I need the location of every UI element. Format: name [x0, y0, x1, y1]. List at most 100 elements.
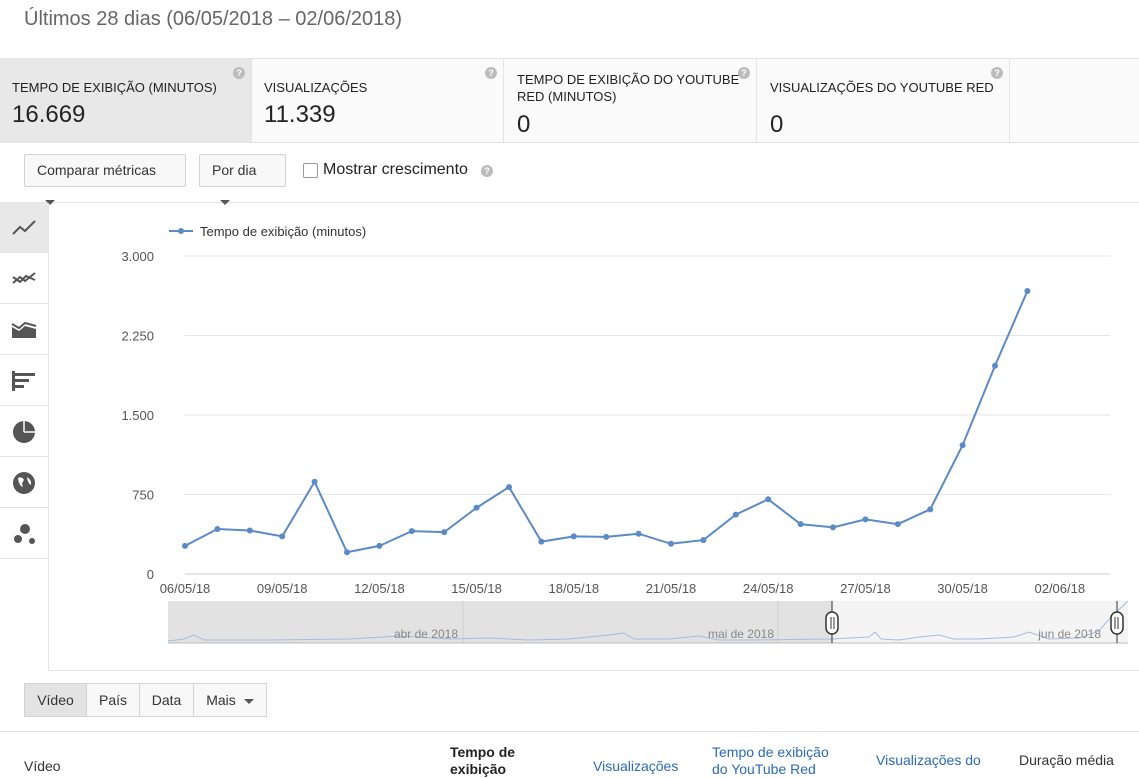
metric-label: TEMPO DE EXIBIÇÃO DO YOUTUBE RED (MINUTO… [517, 72, 740, 104]
table-header: Vídeo Tempo de exibição Visualizações Te… [0, 731, 1139, 777]
x-tick-label: 30/05/18 [937, 581, 988, 596]
line-chart-icon [12, 220, 36, 235]
bar-chart-button[interactable] [0, 356, 48, 406]
x-tick-label: 24/05/18 [743, 581, 794, 596]
data-point [668, 540, 674, 547]
line-chart-button[interactable] [0, 203, 48, 253]
navigator-handle-left[interactable] [825, 611, 839, 635]
multi-line-chart-button[interactable] [0, 254, 48, 304]
data-point [603, 533, 610, 540]
data-point [1024, 287, 1031, 294]
data-point [992, 362, 998, 369]
data-point [765, 496, 772, 503]
bubble-chart-button[interactable] [0, 509, 48, 559]
data-point [570, 533, 577, 540]
chart-type-selector [0, 203, 49, 670]
data-point [927, 506, 934, 513]
metric-value: 0 [770, 111, 784, 138]
column-header-red-views[interactable]: Visualizações do [876, 752, 981, 768]
data-point [732, 511, 739, 518]
metric-value: 11.339 [264, 101, 336, 128]
data-point [182, 542, 188, 549]
metric-label: TEMPO DE EXIBIÇÃO (MINUTOS) [12, 80, 217, 95]
data-point [214, 525, 221, 532]
help-icon[interactable]: ? [481, 165, 493, 177]
data-point [408, 528, 415, 535]
column-header-views[interactable]: Visualizações [593, 758, 678, 774]
period-dropdown[interactable]: Por dia [199, 154, 286, 205]
column-header-avg-duration[interactable]: Duração média [1019, 752, 1114, 768]
x-tick-label: 18/05/18 [548, 581, 599, 596]
chart-area: 3.000 2.250 1.500 750 0 06/05/18 09/05/18 12/0… [49, 203, 1139, 671]
x-tick-label: 09/05/18 [257, 581, 308, 596]
data-point [441, 529, 448, 536]
line-chart: 3.000 2.250 1.500 750 0 06/05/18 09/05/18 12/0… [121, 224, 1129, 644]
help-icon[interactable]: ? [233, 67, 245, 79]
help-icon[interactable]: ? [991, 67, 1003, 79]
x-tick-label: 12/05/18 [354, 581, 405, 596]
data-point [473, 504, 480, 511]
metric-card-watch-time[interactable]: TEMPO DE EXIBIÇÃO (MINUTOS) 16.669 ? [0, 59, 252, 142]
metric-label: VISUALIZAÇÕES DO YOUTUBE RED [770, 80, 994, 95]
data-point [538, 538, 545, 545]
caret-down-icon [243, 698, 254, 704]
series-line [184, 290, 1029, 554]
data-point [862, 516, 869, 523]
date-range-title: Últimos 28 dias (06/05/2018 – 02/06/2018… [24, 8, 403, 30]
data-point [894, 521, 901, 528]
column-header-video[interactable]: Vídeo [24, 758, 61, 774]
navigator-month-label: abr de 2018 [394, 627, 458, 641]
pie-chart-button[interactable] [0, 407, 48, 457]
navigator-handle-right[interactable] [1110, 611, 1124, 635]
tab-more[interactable]: Mais [193, 683, 267, 717]
tab-country[interactable]: País [86, 683, 140, 717]
y-tick-label: 1.500 [121, 408, 154, 423]
x-tick-label: 06/05/18 [160, 581, 211, 596]
stacked-area-chart-icon [11, 321, 37, 338]
data-point [246, 527, 253, 534]
metric-card-red-views[interactable]: VISUALIZAÇÕES DO YOUTUBE RED 0 ? [758, 59, 1010, 142]
data-point [635, 530, 642, 537]
stacked-area-chart-button[interactable] [0, 305, 48, 355]
column-header-watch-time[interactable]: Tempo de exibição [450, 744, 520, 778]
data-point [506, 484, 512, 491]
y-tick-label: 2.250 [121, 329, 154, 344]
multi-line-chart-icon [12, 272, 36, 284]
period-label: Por dia [212, 162, 257, 178]
tab-more-label: Mais [206, 692, 236, 708]
metric-cards: TEMPO DE EXIBIÇÃO (MINUTOS) 16.669 ? VIS… [0, 58, 1139, 143]
y-tick-label: 0 [147, 567, 154, 582]
compare-metrics-label: Comparar métricas [37, 162, 157, 178]
x-tick-label: 15/05/18 [451, 581, 502, 596]
metric-card-red-watch-time[interactable]: TEMPO DE EXIBIÇÃO DO YOUTUBE RED (MINUTO… [505, 59, 757, 142]
data-point [279, 533, 286, 540]
globe-map-icon [13, 472, 35, 494]
help-icon[interactable]: ? [738, 67, 750, 79]
y-tick-label: 750 [132, 488, 154, 503]
navigator-month-label: mai de 2018 [708, 627, 774, 641]
data-point [830, 524, 836, 531]
show-growth-label[interactable]: Mostrar crescimento [323, 161, 468, 179]
x-tick-label: 27/05/18 [840, 581, 891, 596]
x-tick-label: 02/06/18 [1034, 581, 1085, 596]
legend-marker [178, 228, 184, 234]
legend-label: Tempo de exibição (minutos) [200, 224, 366, 239]
metric-card-views[interactable]: VISUALIZAÇÕES 11.339 ? [252, 59, 504, 142]
data-point [797, 521, 804, 528]
data-point [376, 542, 383, 549]
data-point [344, 549, 350, 556]
tab-video[interactable]: Vídeo [24, 683, 87, 717]
show-growth-checkbox[interactable] [303, 163, 318, 178]
navigator-month-label: jun de 2018 [1037, 627, 1101, 641]
data-point [959, 442, 966, 449]
bar-chart-icon [12, 371, 35, 391]
x-tick-label: 21/05/18 [646, 581, 697, 596]
metric-value: 16.669 [12, 101, 86, 128]
metric-value: 0 [517, 111, 531, 138]
bubble-chart-icon [14, 524, 35, 544]
compare-metrics-dropdown[interactable]: Comparar métricas [24, 154, 186, 205]
map-chart-button[interactable] [0, 458, 48, 508]
help-icon[interactable]: ? [485, 67, 497, 79]
column-header-red-watch-time[interactable]: Tempo de exibição do YouTube Red [712, 744, 837, 778]
tab-date[interactable]: Data [139, 683, 194, 717]
